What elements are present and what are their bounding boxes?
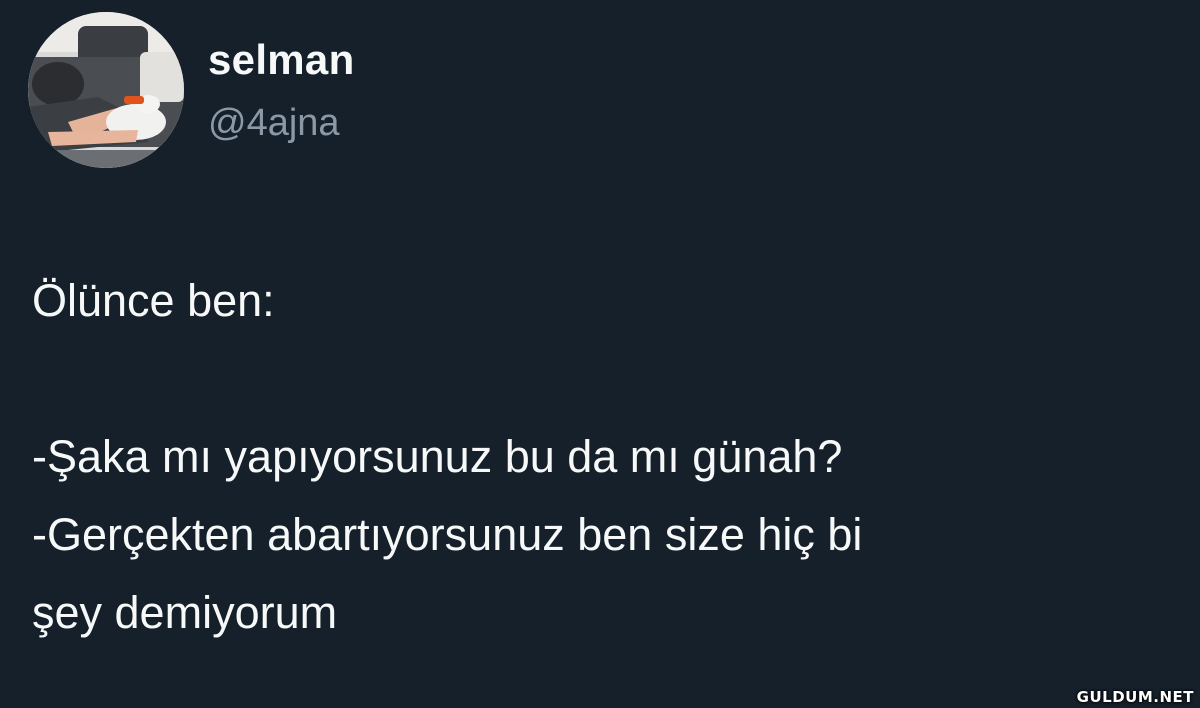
tweet-line: şey demiyorum — [32, 587, 338, 638]
profile-photo-icon — [28, 12, 184, 168]
watermark: GULDUM.NET — [1076, 688, 1194, 706]
tweet-line: Ölünce ben: — [32, 275, 275, 326]
tweet-line: -Gerçekten abartıyorsunuz ben size hiç b… — [32, 509, 863, 560]
avatar[interactable] — [28, 12, 184, 168]
tweet-card: selman @4ajna Ölünce ben: -Şaka mı yapıy… — [0, 0, 1200, 708]
tweet-text: Ölünce ben: -Şaka mı yapıyorsunuz bu da … — [32, 262, 1162, 652]
display-name[interactable]: selman — [208, 36, 355, 84]
user-handle[interactable]: @4ajna — [208, 102, 340, 145]
tweet-line: -Şaka mı yapıyorsunuz bu da mı günah? — [32, 431, 843, 482]
